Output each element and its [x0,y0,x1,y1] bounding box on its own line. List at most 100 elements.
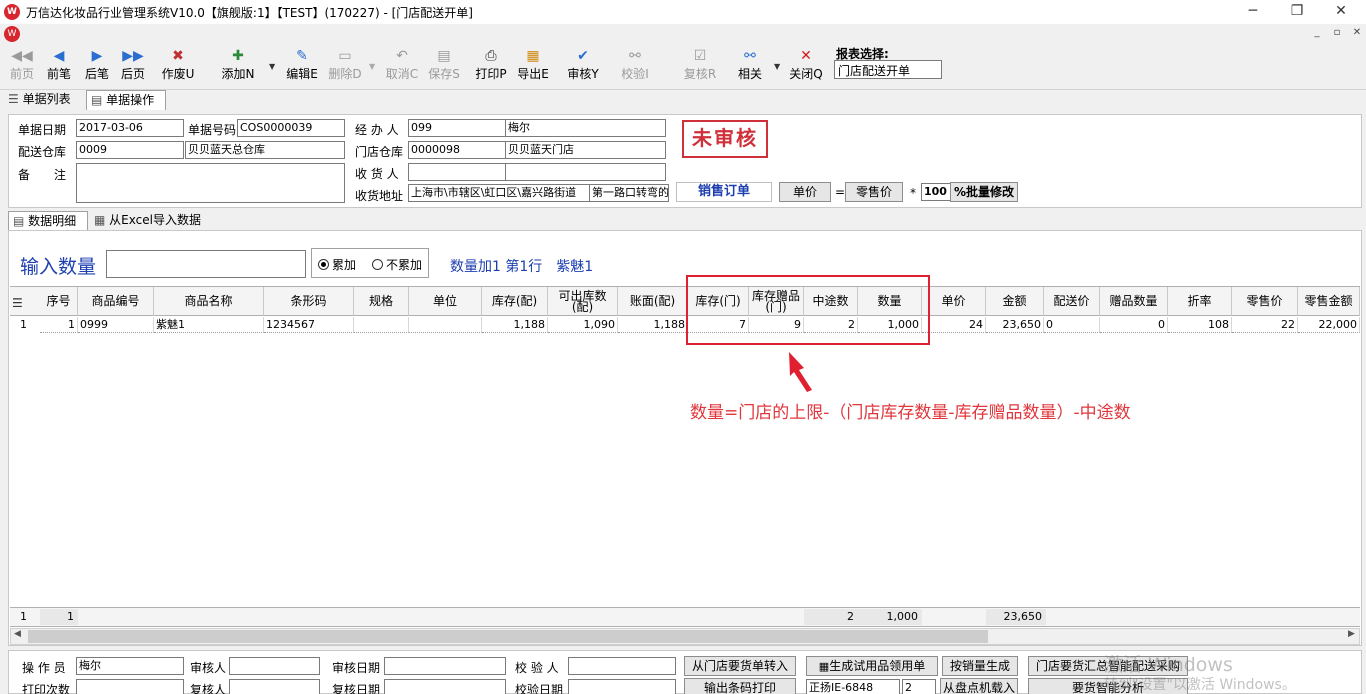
print-count-field[interactable] [76,679,184,694]
column-header[interactable]: 序号 [40,287,78,316]
column-header[interactable]: 金额 [986,287,1044,316]
table-cell[interactable]: 1,090 [548,317,618,333]
column-header[interactable]: 零售价 [1232,287,1298,316]
table-cell[interactable]: 紫魅1 [154,317,264,333]
prev-record-button[interactable]: ◀ 前笔 [42,46,76,86]
table-cell[interactable]: 1,188 [482,317,548,333]
auditor-field[interactable] [229,657,320,675]
device-select[interactable]: 正扬IE-6848 [806,679,900,694]
print-button[interactable]: ⎙ 打印P [472,46,510,86]
add-dropdown-icon[interactable]: ▼ [269,62,275,71]
column-header[interactable]: 配送价 [1044,287,1100,316]
operator-field[interactable]: 梅尔 [76,657,184,675]
tab-excel-import[interactable]: ▦ 从Excel导入数据 [90,211,210,231]
reviewer-field[interactable] [229,679,320,694]
column-header[interactable]: 账面(配) [618,287,688,316]
related-button[interactable]: ⚯ 相关 [732,46,768,86]
export-button[interactable]: ▦ 导出E [514,46,552,86]
store-wh-code-field[interactable]: 0000098 [408,141,506,159]
audit-date-field[interactable] [384,657,506,675]
column-header[interactable]: 折率 [1168,287,1232,316]
scroll-right-icon[interactable]: ▶ [1348,629,1355,639]
column-header[interactable]: 单价 [922,287,986,316]
last-page-button[interactable]: ▶▶ 后页 [116,46,150,86]
scrollbar-thumb[interactable] [28,630,988,643]
audit-button[interactable]: ✔ 审核Y [562,46,604,86]
tab-doc-list[interactable]: ☰ 单据列表 [4,90,82,110]
table-cell[interactable]: 22 [1232,317,1298,333]
close-window-button[interactable]: ✕ [1318,0,1364,24]
tab-doc-operation[interactable]: ▤ 单据操作 [86,90,166,110]
generate-trial-button[interactable]: ▦生成试用品领用单 [806,656,938,676]
mdi-minimize-button[interactable]: _ [1310,27,1324,38]
scroll-left-icon[interactable]: ◀ [14,629,21,639]
related-dropdown-icon[interactable]: ▼ [774,62,780,71]
print-barcode-button[interactable]: 输出条码打印 [684,678,796,694]
remark-field[interactable] [76,163,345,203]
radio-no-accumulate[interactable]: 不累加 [372,256,422,273]
edit-button[interactable]: ✎ 编辑E [282,46,322,86]
column-header[interactable]: 单位 [409,287,482,316]
handler-code-field[interactable]: 099 [408,119,506,137]
report-select[interactable]: 门店配送开单 [834,60,942,79]
table-cell[interactable]: 22,000 [1298,317,1360,333]
column-header[interactable]: 可出库数(配) [548,287,618,316]
checker-field[interactable] [568,657,676,675]
address-detail-field[interactable]: 第一路口转弯的 [589,184,669,202]
table-cell[interactable]: 23,650 [986,317,1044,333]
retail-price-button[interactable]: 零售价 [845,182,903,202]
restore-button[interactable]: ❐ [1274,0,1320,24]
grid-menu-icon[interactable]: ☰ [12,296,23,310]
column-header[interactable]: 库存(配) [482,287,548,316]
doc-date-field[interactable]: 2017-03-06 [76,119,184,137]
column-header[interactable]: 赠品数量 [1100,287,1168,316]
void-button[interactable]: ✖ 作废U [158,46,198,86]
spin-field[interactable]: 2 [902,679,936,694]
check-date-field[interactable] [568,679,676,694]
minimize-button[interactable]: ─ [1230,0,1276,24]
table-cell[interactable]: 1 [40,317,78,333]
table-cell[interactable]: 0 [1100,317,1168,333]
batch-modify-button[interactable]: %批量修改 [950,182,1018,202]
percent-field[interactable]: 100 [921,183,951,201]
table-cell[interactable]: 1,188 [618,317,688,333]
review-date-field[interactable] [384,679,506,694]
close-button[interactable]: ✕ 关闭Q [786,46,826,86]
radio-accumulate[interactable]: 累加 [318,256,356,273]
review-button: ☑ 复核R [680,46,720,86]
table-cell[interactable]: 0 [1044,317,1100,333]
from-store-request-button[interactable]: 从门店要货单转入 [684,656,796,676]
receiver-name-field[interactable] [505,163,666,181]
from-inventory-button[interactable]: 从盘点机载入 [940,678,1018,694]
column-header[interactable]: 商品编号 [78,287,154,316]
add-button[interactable]: ✚ 添加N [216,46,260,86]
receiver-code-field[interactable] [408,163,506,181]
next-record-button[interactable]: ▶ 后笔 [80,46,114,86]
table-cell[interactable]: 24 [922,317,986,333]
mdi-close-button[interactable]: ✕ [1350,27,1364,38]
table-cell[interactable]: 0999 [78,317,154,333]
table-cell[interactable]: 108 [1168,317,1232,333]
column-header[interactable]: 条形码 [264,287,354,316]
mdi-restore-button[interactable]: ▫ [1330,27,1344,38]
table-cell[interactable] [409,317,482,333]
column-header[interactable]: 规格 [354,287,409,316]
handler-name-field[interactable]: 梅尔 [505,119,666,137]
store-wh-name-field[interactable]: 贝贝蓝天门店 [505,141,666,159]
tab-data-detail[interactable]: ▤ 数据明细 [8,211,88,231]
warehouse-name-field[interactable]: 贝贝蓝天总仓库 [185,141,345,159]
audit-icon: ✔ [577,48,589,64]
column-header[interactable]: 零售金额 [1298,287,1360,316]
quantity-input[interactable] [106,250,306,278]
column-header[interactable]: 商品名称 [154,287,264,316]
unit-price-button[interactable]: 单价 [779,182,831,202]
doc-no-field[interactable]: COS0000039 [237,119,345,137]
address-field[interactable]: 上海市\市辖区\虹口区\嘉兴路街道 [408,184,590,202]
last-page-icon: ▶▶ [122,48,144,64]
list-icon: ☰ [8,92,19,106]
by-sales-button[interactable]: 按销量生成 [942,656,1018,676]
table-cell[interactable]: 1234567 [264,317,354,333]
menu-strip [0,24,1366,44]
warehouse-code-field[interactable]: 0009 [76,141,184,159]
table-cell[interactable] [354,317,409,333]
